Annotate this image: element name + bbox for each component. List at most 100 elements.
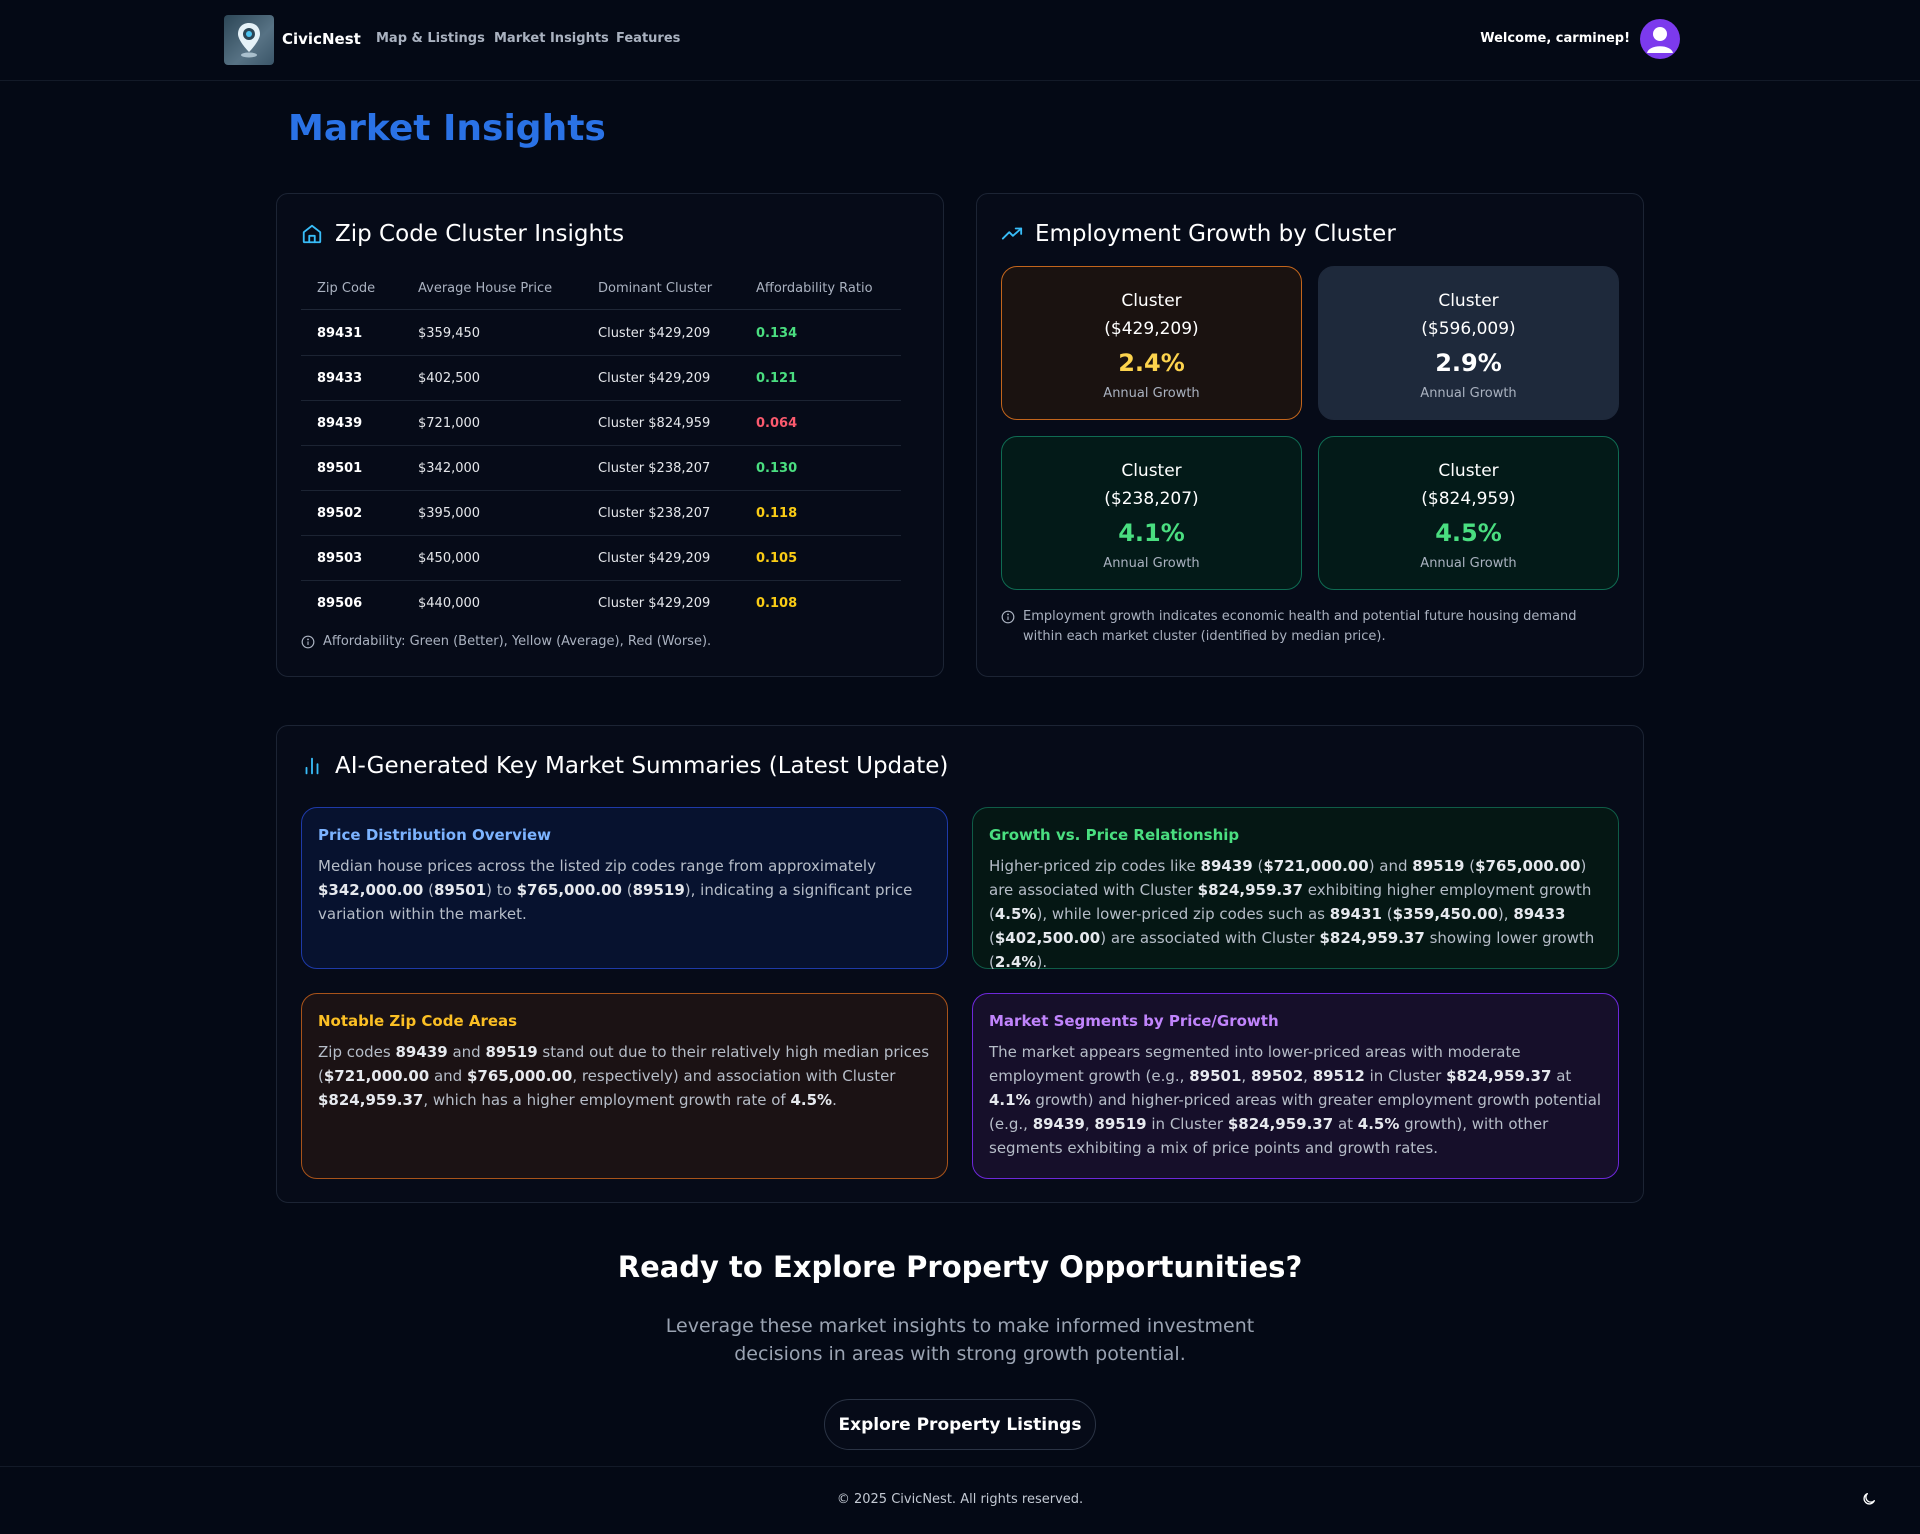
price-cell: $450,000 [418, 551, 481, 566]
price-cell: $395,000 [418, 506, 481, 521]
summary-text-part: ( [1252, 857, 1264, 875]
summary-title: Market Segments by Price/Growth [989, 1012, 1279, 1030]
cluster-name: Cluster ($238,207) [1002, 457, 1301, 513]
affordability-ratio-cell: 0.108 [756, 596, 798, 611]
cluster-name: Cluster ($429,209) [1002, 287, 1301, 343]
summary-text-part: ( [423, 881, 434, 899]
table-row[interactable]: 89439 $721,000 Cluster $824,959 0.064 [301, 401, 901, 446]
summary-highlight: 89501 [433, 881, 487, 899]
column-header-zip[interactable]: Zip Code [317, 281, 375, 296]
cluster-cell: Cluster $429,209 [598, 596, 711, 611]
summary-text-part: ) are associated with Cluster [1100, 929, 1320, 947]
summary-text-part: ( [621, 881, 633, 899]
summaries-card-title: AI-Generated Key Market Summaries (Lates… [335, 753, 949, 779]
nav-link-features[interactable]: Features [616, 31, 680, 46]
summary-highlight: $359,450.00 [1392, 905, 1498, 923]
affordability-ratio-cell: 0.121 [756, 371, 798, 386]
table-row[interactable]: 89503 $450,000 Cluster $429,209 0.105 [301, 536, 901, 581]
summary-text-part: ) and [1368, 857, 1413, 875]
column-header-price[interactable]: Average House Price [418, 281, 552, 296]
growth-value: 4.1% [1118, 519, 1185, 547]
growth-label: Annual Growth [1103, 556, 1200, 571]
cluster-label: Cluster [1121, 291, 1182, 311]
affordability-ratio-cell: 0.105 [756, 551, 798, 566]
top-nav: CivicNest Map & Listings Market Insights… [0, 0, 1920, 81]
growth-label: Annual Growth [1420, 556, 1517, 571]
zip-table[interactable]: Zip Code Average House Price Dominant Cl… [301, 266, 923, 620]
summary-highlight: $824,959.37 [1197, 881, 1303, 899]
table-row[interactable]: 89502 $395,000 Cluster $238,207 0.118 [301, 491, 901, 536]
user-avatar-icon[interactable] [1640, 19, 1680, 59]
cluster-median-price: ($429,209) [1104, 319, 1199, 339]
cluster-median-price: ($824,959) [1421, 489, 1516, 509]
cluster-cell: Cluster $429,209 [598, 551, 711, 566]
price-cell: $402,500 [418, 371, 481, 386]
summary-text-part: in Cluster [1146, 1115, 1228, 1133]
summary-text-part: and [429, 1067, 467, 1085]
growth-value: 2.4% [1118, 349, 1185, 377]
summary-text: Zip codes 89439 and 89519 stand out due … [318, 1040, 931, 1112]
moon-icon [1863, 1493, 1875, 1505]
explore-listings-button[interactable]: Explore Property Listings [824, 1399, 1096, 1450]
summary-highlight: 89519 [632, 881, 685, 899]
zip-cluster-card: Zip Code Cluster Insights Zip Code Avera… [276, 193, 944, 677]
brand-name[interactable]: CivicNest [282, 30, 361, 48]
summary-highlight: $721,000.00 [323, 1067, 430, 1085]
table-row[interactable]: 89431 $359,450 Cluster $429,209 0.134 [301, 311, 901, 356]
affordability-note-text: Affordability: Green (Better), Yellow (A… [323, 634, 712, 649]
column-header-cluster[interactable]: Dominant Cluster [598, 281, 712, 296]
summary-title: Notable Zip Code Areas [318, 1012, 518, 1030]
nav-link-market-insights[interactable]: Market Insights [494, 31, 609, 46]
price-cell: $440,000 [418, 596, 481, 611]
theme-toggle-button[interactable] [1860, 1491, 1878, 1509]
employment-note: Employment growth indicates economic hea… [1001, 607, 1601, 647]
zip-code-cell: 89439 [317, 416, 363, 431]
summary-box: Market Segments by Price/Growth The marke… [972, 993, 1619, 1179]
summary-text-part: at [1551, 1067, 1572, 1085]
zip-code-cell: 89501 [317, 461, 363, 476]
affordability-ratio-cell: 0.130 [756, 461, 798, 476]
zip-code-cell: 89503 [317, 551, 363, 566]
cluster-median-price: ($596,009) [1421, 319, 1516, 339]
growth-label: Annual Growth [1103, 386, 1200, 401]
column-header-ratio[interactable]: Affordability Ratio [756, 281, 873, 296]
summary-highlight: $765,000.00 [1475, 857, 1581, 875]
cluster-tile: Cluster ($596,009) 2.9% Annual Growth [1318, 266, 1619, 420]
market-summaries-card: AI-Generated Key Market Summaries (Lates… [276, 725, 1644, 1203]
cluster-tile: Cluster ($824,959) 4.5% Annual Growth [1318, 436, 1619, 590]
growth-label: Annual Growth [1420, 386, 1517, 401]
affordability-ratio-cell: 0.118 [756, 506, 798, 521]
cluster-label: Cluster [1438, 291, 1499, 311]
summary-text-part: Higher-priced zip codes like [989, 857, 1201, 875]
summary-text-part: Median house prices across the listed zi… [318, 857, 876, 875]
summary-box: Price Distribution Overview Median house … [301, 807, 948, 969]
summary-highlight: $765,000.00 [466, 1067, 573, 1085]
summary-text-part: ( [1381, 905, 1393, 923]
zip-code-cell: 89431 [317, 326, 363, 341]
summary-highlight: 89439 [1032, 1115, 1085, 1133]
table-header: Zip Code Average House Price Dominant Cl… [301, 266, 901, 310]
employment-card-title: Employment Growth by Cluster [1035, 221, 1396, 247]
summary-highlight: $765,000.00 [516, 881, 622, 899]
summary-highlight: 89439 [1200, 857, 1253, 875]
nav-link-map-listings[interactable]: Map & Listings [376, 31, 485, 46]
summary-text-part: , [1084, 1115, 1095, 1133]
table-row[interactable]: 89506 $440,000 Cluster $429,209 0.108 [301, 581, 901, 620]
growth-value: 4.5% [1435, 519, 1502, 547]
zip-code-cell: 89506 [317, 596, 363, 611]
home-icon [302, 224, 322, 244]
affordability-ratio-cell: 0.134 [756, 326, 798, 341]
affordability-ratio-cell: 0.064 [756, 416, 798, 431]
summary-text-part: and [447, 1043, 486, 1061]
summary-highlight: 89431 [1329, 905, 1382, 923]
summary-title: Price Distribution Overview [318, 826, 552, 844]
table-row[interactable]: 89501 $342,000 Cluster $238,207 0.130 [301, 446, 901, 491]
summary-highlight: $824,959.37 [1446, 1067, 1552, 1085]
table-row[interactable]: 89433 $402,500 Cluster $429,209 0.121 [301, 356, 901, 401]
summary-text-part: ), [1497, 905, 1514, 923]
summary-highlight: 89439 [395, 1043, 448, 1061]
summary-highlight: 89512 [1312, 1067, 1365, 1085]
logo[interactable] [224, 15, 274, 65]
summary-highlight: $824,959.37 [1227, 1115, 1334, 1133]
price-cell: $721,000 [418, 416, 481, 431]
